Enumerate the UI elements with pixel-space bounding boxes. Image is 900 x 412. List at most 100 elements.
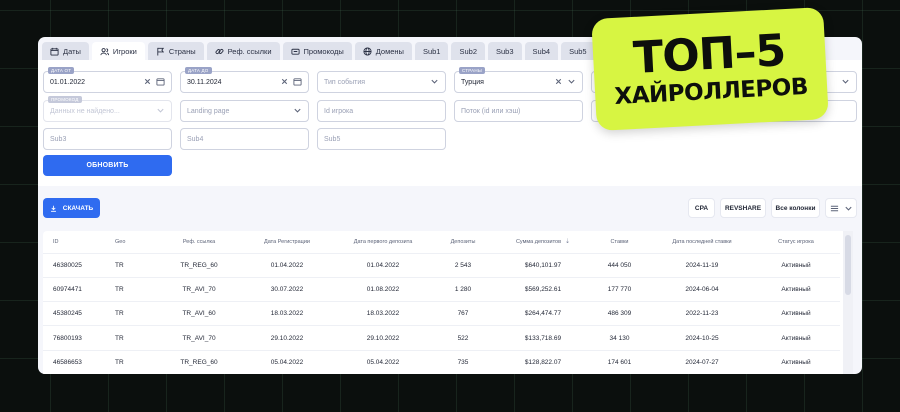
clear-icon[interactable] <box>143 77 152 86</box>
cell-deposit-sum: $133,718.69 <box>499 325 587 351</box>
cell-deposit-sum: $128,822.07 <box>499 349 587 374</box>
cell-geo: TR <box>105 252 163 278</box>
cell-deposits: 767 <box>427 301 499 326</box>
clear-icon[interactable] <box>554 77 563 86</box>
cell-status: Активный <box>752 301 840 326</box>
column-header[interactable]: ID <box>43 231 105 253</box>
country-select[interactable]: СТРАНЫ Турция <box>454 67 583 93</box>
column-header[interactable]: Ставки <box>587 231 652 253</box>
tab-label: Даты <box>63 46 81 56</box>
tab-label: Страны <box>168 46 196 56</box>
columns-menu-button[interactable] <box>825 198 857 218</box>
tab-sub1[interactable]: Sub1 <box>414 42 449 60</box>
table-row[interactable]: 60974471 TR TR_AVI_70 30.07.2022 01.08.2… <box>43 276 840 302</box>
player-id-input[interactable]: Id игрока <box>317 100 446 122</box>
tab-sub4[interactable]: Sub4 <box>524 42 559 60</box>
sub5-input[interactable]: Sub5 <box>317 128 446 150</box>
cell-ref-link: TR_REG_60 <box>163 252 235 278</box>
tab-label: Промокоды <box>303 46 344 56</box>
table-row[interactable]: 46586653 TR TR_REG_60 05.04.2022 05.04.2… <box>43 349 840 374</box>
field-tag: СТРАНЫ <box>459 67 485 74</box>
revshare-button[interactable]: REVSHARE <box>720 198 766 218</box>
date-to-field[interactable]: ДАТА ДО 30.11.2024 <box>180 67 309 93</box>
calendar-icon[interactable] <box>156 77 165 86</box>
cell-first-deposit-date: 05.04.2022 <box>339 349 427 374</box>
users-icon <box>100 47 109 55</box>
cpa-button[interactable]: CPA <box>688 198 715 218</box>
cell-reg-date: 29.10.2022 <box>235 325 339 351</box>
player-id-placeholder: Id игрока <box>324 107 354 115</box>
cell-last-bet-date: 2022-11-23 <box>652 301 752 326</box>
menu-icon <box>830 205 838 211</box>
sub3-input[interactable]: Sub3 <box>43 128 172 150</box>
cell-reg-date: 05.04.2022 <box>235 349 339 374</box>
country-value: Турция <box>461 78 484 86</box>
tab-label: Sub3 <box>496 46 514 56</box>
cell-first-deposit-date: 01.04.2022 <box>339 252 427 278</box>
column-header[interactable]: Дата Регистрации <box>235 231 339 253</box>
table-scrollbar[interactable] <box>843 231 853 374</box>
table-row[interactable]: 46380025 TR TR_REG_60 01.04.2022 01.04.2… <box>43 252 840 278</box>
cell-ref-link: TR_AVI_70 <box>163 325 235 351</box>
tab-sub3[interactable]: Sub3 <box>488 42 522 60</box>
tab-sub5[interactable]: Sub5 <box>561 42 595 60</box>
promo-sticker: ТОП–5 ХАЙРОЛЛЕРОВ <box>591 7 829 131</box>
cell-deposit-sum: $264,474.77 <box>499 301 587 326</box>
column-header[interactable]: Дата последней ставки <box>652 231 752 253</box>
cell-last-bet-date: 2024-10-25 <box>652 325 752 351</box>
column-header[interactable]: Сумма депозитов ⇣ <box>499 231 587 253</box>
tab-promocodes[interactable]: Промокоды <box>282 42 352 60</box>
sub4-input[interactable]: Sub4 <box>180 128 309 150</box>
cell-reg-date: 01.04.2022 <box>235 252 339 278</box>
all-columns-button[interactable]: Все колонки <box>771 198 820 218</box>
download-button[interactable]: СКАЧАТЬ <box>43 198 100 218</box>
tab-ref-links[interactable]: Реф. ссылки <box>206 42 280 60</box>
tab-players[interactable]: Игроки <box>91 42 145 60</box>
column-header[interactable]: Реф. ссылка <box>163 231 235 253</box>
column-header-label: Сумма депозитов <box>515 239 562 246</box>
update-button[interactable]: ОБНОВИТЬ <box>43 155 172 176</box>
chevron-down-icon <box>431 79 438 84</box>
tab-sub2[interactable]: Sub2 <box>451 42 485 60</box>
table-row[interactable]: 76800193 TR TR_AVI_70 29.10.2022 29.10.2… <box>43 325 840 351</box>
table-header-row: ID Geo Реф. ссылка Дата Регистрации Дата… <box>43 231 840 253</box>
cell-ref-link: TR_REG_60 <box>163 349 235 374</box>
cell-ref-link: TR_AVI_70 <box>163 276 235 302</box>
sub5-placeholder: Sub5 <box>324 135 341 143</box>
chevron-down-icon <box>294 108 301 113</box>
promocode-select[interactable]: ПРОМОКОД Данных не найдено... <box>43 96 172 122</box>
table-row[interactable]: 45380245 TR TR_AVI_60 18.03.2022 18.03.2… <box>43 301 840 326</box>
tab-bar: Даты Игроки Страны Реф. ссылки Промокоды… <box>42 42 595 60</box>
column-header[interactable]: Статус игрока <box>752 231 840 253</box>
scrollbar-thumb[interactable] <box>845 235 851 295</box>
calendar-icon[interactable] <box>293 77 302 86</box>
landing-page-select[interactable]: Landing page <box>180 100 309 122</box>
tab-countries[interactable]: Страны <box>147 42 204 60</box>
column-header[interactable]: Депозиты <box>427 231 499 253</box>
stream-input[interactable]: Поток (id или хэш) <box>454 100 583 122</box>
download-icon <box>50 205 56 212</box>
landing-page-placeholder: Landing page <box>187 107 230 115</box>
tab-label: Домены <box>375 46 404 56</box>
cell-geo: TR <box>105 301 163 326</box>
clear-icon[interactable] <box>280 77 289 86</box>
event-type-select[interactable]: Тип события <box>317 71 446 93</box>
cell-last-bet-date: 2024-06-04 <box>652 276 752 302</box>
tab-label: Sub4 <box>532 46 551 56</box>
cell-last-bet-date: 2024-07-27 <box>652 349 752 374</box>
cell-reg-date: 18.03.2022 <box>235 301 339 326</box>
promo-title: ТОП–5 <box>632 25 787 84</box>
date-from-field[interactable]: ДАТА ОТ 01.01.2022 <box>43 67 172 93</box>
column-header[interactable]: Дата первого депозита <box>339 231 427 253</box>
cell-status: Активный <box>752 349 840 374</box>
event-type-placeholder: Тип события <box>324 78 366 86</box>
tab-dates[interactable]: Даты <box>42 42 89 60</box>
date-to-value: 30.11.2024 <box>187 78 222 86</box>
sub3-placeholder: Sub3 <box>50 135 67 143</box>
sub4-placeholder: Sub4 <box>187 135 204 143</box>
tab-domains[interactable]: Домены <box>354 42 412 60</box>
field-tag: ДАТА ОТ <box>48 67 75 74</box>
column-header[interactable]: Geo <box>105 231 163 253</box>
sort-icon[interactable]: ⇣ <box>565 238 570 245</box>
cell-id: 60974471 <box>43 276 105 302</box>
